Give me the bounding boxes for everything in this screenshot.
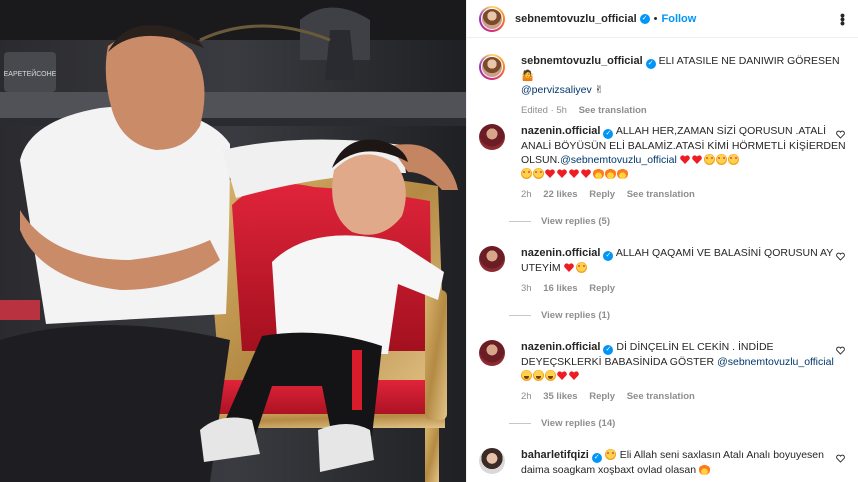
commenter-avatar[interactable] (479, 340, 505, 366)
post-image: ЕАРЕТЕЙСОНЕ (0, 0, 466, 482)
laughing-emoji-icon (545, 370, 556, 381)
caption-mention[interactable]: @pervizsaliyev (521, 84, 592, 96)
reply-button[interactable]: Reply (589, 283, 615, 294)
heart-eyes-emoji-icon (575, 262, 587, 273)
post-photo[interactable]: ЕАРЕТЕЙСОНЕ (0, 0, 466, 482)
comment-mention[interactable]: @sebnemtovuzlu_official (717, 356, 834, 368)
heart-emoji-icon (581, 169, 591, 178)
fire-emoji-icon (617, 168, 628, 179)
comment-likes[interactable]: 16 likes (543, 283, 577, 294)
post-side-panel: sebnemtovuzlu_official ✓ • Follow ••• se… (466, 0, 858, 482)
instagram-post-modal: ЕАРЕТЕЙСОНЕ sebnemtovuzlu_official ✓ • F… (0, 0, 858, 482)
emoji-icon (604, 449, 616, 460)
fire-emoji-icon (605, 168, 616, 179)
heart-eyes-emoji-icon (703, 154, 715, 165)
comment-time: 2h (521, 391, 532, 402)
heart-eyes-emoji-icon (715, 154, 727, 165)
commenter-avatar[interactable] (479, 124, 505, 150)
view-replies-button[interactable]: View replies (5) (509, 216, 610, 227)
comment-likes[interactable]: 35 likes (543, 391, 577, 402)
folded-hands-emoji-icon (699, 464, 711, 475)
author-avatar[interactable] (479, 5, 505, 32)
comment-time: 2h (521, 189, 532, 200)
see-translation-button[interactable]: See translation (627, 391, 695, 402)
comment-meta: 3h 16 likes Reply (521, 282, 847, 296)
comment-username[interactable]: nazenin.official (521, 125, 600, 137)
heart-eyes-emoji-icon (533, 168, 544, 179)
like-heart-icon[interactable] (836, 130, 845, 139)
like-heart-icon[interactable] (836, 252, 845, 261)
comment-likes[interactable]: 22 likes (543, 189, 577, 200)
see-translation-button[interactable]: See translation (579, 105, 647, 116)
comment-mention[interactable]: @sebnemtovuzlu_official (560, 154, 677, 166)
post-header: sebnemtovuzlu_official ✓ • Follow ••• (467, 0, 858, 38)
comment-username[interactable]: nazenin.official (521, 341, 600, 353)
comment-username[interactable]: baharletifqizi (521, 449, 589, 461)
heart-emoji-icon (557, 371, 567, 380)
view-replies-button[interactable]: View replies (14) (509, 418, 615, 429)
photo-watermark: ЕАРЕТЕЙСОНЕ (4, 69, 57, 78)
verified-badge-icon: ✓ (603, 251, 614, 261)
fire-emoji-icon (593, 168, 604, 179)
like-heart-icon[interactable] (836, 346, 845, 355)
heart-eyes-emoji-icon (727, 154, 739, 165)
commenter-avatar[interactable] (479, 448, 505, 474)
verified-badge-icon: ✓ (639, 13, 650, 24)
follow-button[interactable]: Follow (662, 13, 697, 25)
verified-badge-icon: ✓ (603, 129, 614, 139)
caption-tail: ✌ (594, 84, 604, 96)
comment-meta: 2h 22 likes Reply See translation (521, 188, 847, 202)
reply-button[interactable]: Reply (589, 391, 615, 402)
comments-list[interactable]: sebnemtovuzlu_official ✓ ELI ATASILE NE D… (467, 38, 858, 482)
heart-emoji-icon (563, 263, 574, 272)
caption-avatar[interactable] (479, 54, 505, 80)
caption-edited: Edited · 5h (521, 105, 567, 116)
verified-badge-icon: ✓ (645, 59, 656, 69)
author-username[interactable]: sebnemtovuzlu_official (515, 13, 637, 25)
reply-button[interactable]: Reply (589, 189, 615, 200)
comment-time: 3h (521, 283, 532, 294)
more-options-icon[interactable]: ••• (835, 13, 851, 25)
caption-username[interactable]: sebnemtovuzlu_official (521, 55, 643, 67)
heart-emoji-icon (545, 169, 555, 178)
comment-meta: 2h 35 likes Reply See translation (521, 390, 847, 404)
like-heart-icon[interactable] (836, 454, 845, 463)
laughing-emoji-icon (533, 370, 544, 381)
heart-emoji-icon (569, 169, 579, 178)
header-separator: • (653, 12, 658, 25)
heart-emoji-icon (569, 371, 579, 380)
see-translation-button[interactable]: See translation (627, 189, 695, 200)
heart-eyes-emoji-icon (521, 168, 532, 179)
heart-emoji-icon (679, 154, 704, 166)
comment-username[interactable]: nazenin.official (521, 247, 600, 259)
caption-meta: Edited · 5h See translation (521, 104, 847, 118)
laughing-emoji-icon (521, 370, 532, 381)
view-replies-button[interactable]: View replies (1) (509, 310, 610, 321)
heart-emoji-icon (557, 169, 567, 178)
verified-badge-icon: ✓ (591, 453, 602, 463)
commenter-avatar[interactable] (479, 246, 505, 272)
verified-badge-icon: ✓ (603, 345, 614, 355)
